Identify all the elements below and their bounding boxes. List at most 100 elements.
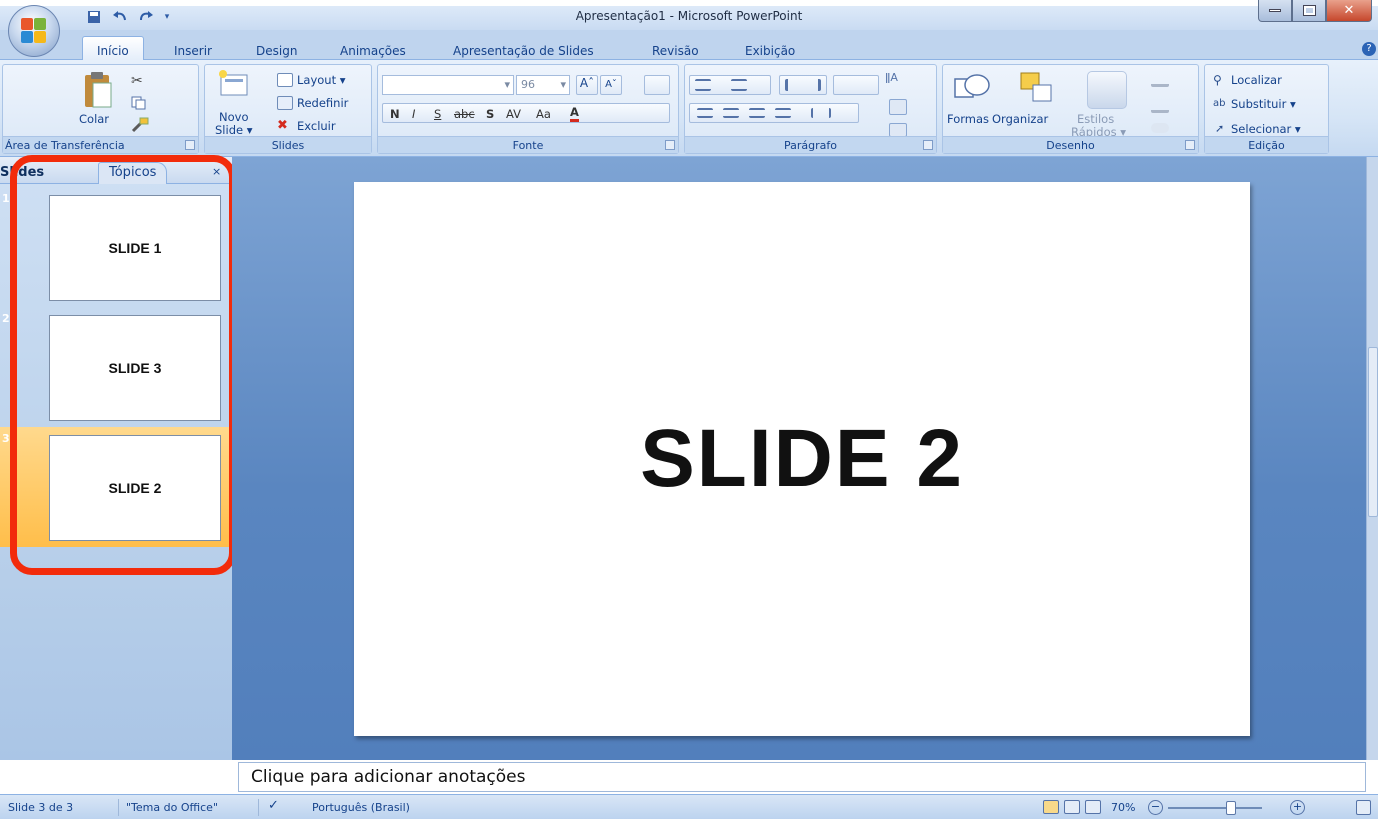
- bullets-icon[interactable]: [695, 79, 711, 91]
- replace-button[interactable]: Substituir ▾: [1231, 97, 1296, 111]
- columns-icon[interactable]: [811, 108, 831, 118]
- delete-icon[interactable]: ✖: [277, 119, 293, 133]
- decrease-indent-icon[interactable]: [785, 79, 799, 91]
- slide-thumbnail[interactable]: SLIDE 2: [49, 435, 221, 541]
- format-painter-icon[interactable]: [131, 117, 149, 133]
- clipboard-dialog-launcher-icon[interactable]: [185, 140, 195, 150]
- spell-check-icon[interactable]: ✓: [268, 798, 279, 813]
- status-divider: [118, 799, 119, 816]
- layout-button[interactable]: Layout ▾: [297, 73, 346, 87]
- help-icon[interactable]: ?: [1362, 42, 1376, 56]
- tab-exibicao[interactable]: Exibição: [745, 44, 795, 58]
- align-right-icon[interactable]: [749, 108, 765, 118]
- new-slide-label-1[interactable]: Novo: [219, 110, 248, 124]
- minimize-button[interactable]: [1258, 0, 1292, 22]
- shapes-icon[interactable]: [951, 71, 991, 105]
- paragraph-dialog-launcher-icon[interactable]: [923, 140, 933, 150]
- grow-font-icon[interactable]: Aˆ: [576, 75, 598, 95]
- shrink-font-icon[interactable]: Aˇ: [600, 75, 622, 95]
- tab-apresentacao[interactable]: Apresentação de Slides: [453, 44, 594, 58]
- reset-button[interactable]: Redefinir: [297, 96, 348, 110]
- shapes-label[interactable]: Formas: [947, 112, 989, 126]
- notes-pane[interactable]: Clique para adicionar anotações: [238, 762, 1366, 792]
- select-button[interactable]: Selecionar ▾: [1231, 122, 1301, 136]
- underline-icon[interactable]: S: [434, 107, 441, 121]
- numbering-icon[interactable]: [731, 79, 747, 91]
- find-button[interactable]: Localizar: [1231, 73, 1282, 87]
- powerpoint-window: ▾ Apresentação1 - Microsoft PowerPoint ✕…: [0, 0, 1378, 819]
- slide-thumbnail-title: SLIDE 1: [108, 240, 162, 256]
- change-case-icon[interactable]: Aa: [536, 107, 551, 121]
- scrollbar-thumb[interactable]: [1368, 347, 1378, 517]
- select-icon[interactable]: ➚: [1215, 122, 1229, 136]
- slide-thumbnail-row-selected[interactable]: 3 SLIDE 2: [0, 427, 232, 547]
- tab-design[interactable]: Design: [256, 44, 297, 58]
- quick-styles-label-1[interactable]: Estilos: [1077, 112, 1114, 126]
- close-button[interactable]: ✕: [1326, 0, 1372, 22]
- normal-view-icon[interactable]: [1043, 800, 1059, 814]
- slide-thumbnail[interactable]: SLIDE 3: [49, 315, 221, 421]
- shape-fill-icon[interactable]: [1151, 73, 1169, 87]
- convert-smartart-icon[interactable]: [889, 123, 907, 137]
- font-color-icon[interactable]: A: [570, 106, 579, 122]
- fit-to-window-icon[interactable]: [1356, 800, 1371, 815]
- bold-icon[interactable]: N: [390, 107, 400, 121]
- align-text-icon[interactable]: [889, 99, 907, 115]
- clear-formatting-icon[interactable]: [644, 75, 670, 95]
- new-slide-label-2[interactable]: Slide ▾: [215, 123, 253, 137]
- font-group: ▾ 96 ▾ Aˆ Aˇ N I S abc S AV Aa A Fonte: [377, 64, 679, 154]
- restore-button[interactable]: [1292, 0, 1326, 22]
- vertical-scrollbar[interactable]: [1366, 157, 1378, 760]
- tab-outline[interactable]: Tópicos: [98, 162, 168, 184]
- current-slide[interactable]: SLIDE 2: [354, 182, 1250, 736]
- new-slide-icon[interactable]: [217, 69, 249, 99]
- slide-thumbnail[interactable]: SLIDE 1: [49, 195, 221, 301]
- office-button[interactable]: [8, 5, 60, 57]
- font-size-combo[interactable]: 96 ▾: [516, 75, 570, 95]
- tab-inserir[interactable]: Inserir: [174, 44, 212, 58]
- cut-icon[interactable]: ✂: [131, 73, 147, 89]
- align-center-icon[interactable]: [723, 108, 739, 118]
- slideshow-view-icon[interactable]: [1085, 800, 1101, 814]
- zoom-slider[interactable]: [1168, 801, 1262, 815]
- reset-icon[interactable]: [277, 96, 293, 110]
- layout-icon[interactable]: [277, 73, 293, 87]
- shape-effects-icon[interactable]: [1151, 123, 1169, 133]
- align-left-icon[interactable]: [697, 108, 713, 118]
- language-indicator[interactable]: Português (Brasil): [312, 801, 410, 814]
- tab-revisao[interactable]: Revisão: [652, 44, 699, 58]
- slide-title[interactable]: SLIDE 2: [640, 412, 964, 506]
- find-icon[interactable]: ⚲: [1213, 73, 1229, 87]
- arrange-label[interactable]: Organizar: [992, 112, 1048, 126]
- italic-icon[interactable]: I: [412, 107, 415, 121]
- slide-sorter-view-icon[interactable]: [1064, 800, 1080, 814]
- drawing-dialog-launcher-icon[interactable]: [1185, 140, 1195, 150]
- shape-outline-icon[interactable]: [1151, 99, 1169, 113]
- quick-styles-icon[interactable]: [1087, 71, 1127, 109]
- zoom-level[interactable]: 70%: [1111, 801, 1135, 814]
- delete-button[interactable]: Excluir: [297, 119, 336, 133]
- line-spacing-icon[interactable]: [833, 75, 879, 95]
- text-direction-icon[interactable]: ǁA: [885, 71, 907, 93]
- replace-icon[interactable]: ab: [1213, 98, 1229, 112]
- paste-label[interactable]: Colar: [79, 112, 109, 126]
- justify-icon[interactable]: [775, 108, 791, 118]
- zoom-slider-thumb[interactable]: [1226, 801, 1236, 815]
- arrange-icon[interactable]: [1017, 71, 1057, 105]
- character-spacing-icon[interactable]: AV: [506, 107, 521, 121]
- font-dialog-launcher-icon[interactable]: [665, 140, 675, 150]
- close-pane-icon[interactable]: ×: [212, 165, 221, 178]
- paste-icon[interactable]: [79, 71, 115, 109]
- zoom-out-icon[interactable]: −: [1148, 800, 1163, 815]
- font-name-combo[interactable]: ▾: [382, 75, 514, 95]
- copy-icon[interactable]: [131, 95, 147, 110]
- tab-slides[interactable]: Slides: [0, 165, 44, 180]
- text-shadow-icon[interactable]: S: [486, 107, 494, 121]
- zoom-in-icon[interactable]: +: [1290, 800, 1305, 815]
- slide-thumbnail-row[interactable]: 1 SLIDE 1: [0, 187, 232, 307]
- tab-animacoes[interactable]: Animações: [340, 44, 406, 58]
- increase-indent-icon[interactable]: [807, 79, 821, 91]
- tab-inicio[interactable]: Início: [82, 36, 144, 61]
- slide-thumbnail-row[interactable]: 2 SLIDE 3: [0, 307, 232, 427]
- strikethrough-icon[interactable]: abc: [454, 107, 475, 121]
